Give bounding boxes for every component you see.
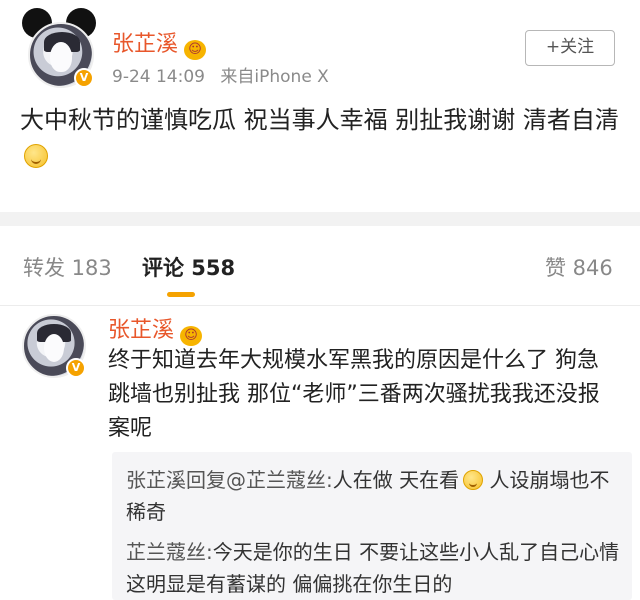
tab-likes[interactable]: 赞 846 — [545, 252, 613, 282]
follow-button[interactable]: +关注 — [525, 30, 615, 66]
verified-v-icon: V — [66, 358, 86, 378]
tab-comments[interactable]: 评论 558 — [142, 252, 235, 282]
reply-author[interactable]: 张芷溪回复@芷兰蔻丝: — [126, 468, 333, 492]
comment-item: V 张芷溪 ☺ 终于知道去年大规模水军黑我的原因是什么了 狗急跳墙也别扯我 那位“… — [0, 306, 640, 600]
weibo-post: V 张芷溪 ☺ 9-24 14:09 来自iPhone X +关注 大中秋节的谨慎… — [0, 0, 640, 212]
reply-item: 张芷溪回复@芷兰蔻丝:人在做 天在看 人设崩塌也不稀奇 — [126, 464, 620, 528]
reply-author[interactable]: 芷兰蔻丝: — [126, 540, 213, 564]
post-meta: 9-24 14:09 来自iPhone X — [112, 62, 329, 87]
comment-author-name[interactable]: 张芷溪 ☺ — [108, 312, 203, 346]
reply-thread[interactable]: 张芷溪回复@芷兰蔻丝:人在做 天在看 人设崩塌也不稀奇 芷兰蔻丝:今天是你的生日… — [112, 452, 632, 600]
interaction-tabs: 转发 183 评论 558 赞 846 — [0, 226, 640, 306]
post-time: 9-24 14:09 — [112, 67, 205, 87]
verified-v-icon: V — [74, 68, 94, 88]
crown-icon: ☺ — [180, 326, 203, 346]
reply-text: 人在做 天在看 — [332, 468, 460, 492]
post-text: 大中秋节的谨慎吃瓜 祝当事人幸福 别扯我谢谢 清者自清 — [20, 106, 619, 134]
comment-text: 终于知道去年大规模水军黑我的原因是什么了 狗急跳墙也别扯我 那位“老师”三番两次… — [108, 348, 600, 441]
active-tab-indicator — [167, 292, 195, 297]
post-source: 来自iPhone X — [220, 67, 329, 87]
post-avatar[interactable]: V — [22, 8, 100, 92]
reply-item: 芷兰蔻丝:今天是你的生日 不要让这些小人乱了自己心情 这明显是有蓄谋的 偏偏挑在… — [126, 536, 620, 600]
smile-emoji-icon — [24, 144, 48, 168]
post-author-name[interactable]: 张芷溪 ☺ — [112, 26, 207, 60]
tab-repost[interactable]: 转发 183 — [23, 252, 112, 282]
section-divider — [0, 212, 640, 226]
crown-icon: ☺ — [184, 40, 207, 60]
smile-emoji-icon — [463, 470, 484, 490]
post-body: 大中秋节的谨慎吃瓜 祝当事人幸福 别扯我谢谢 清者自清 — [20, 102, 620, 174]
